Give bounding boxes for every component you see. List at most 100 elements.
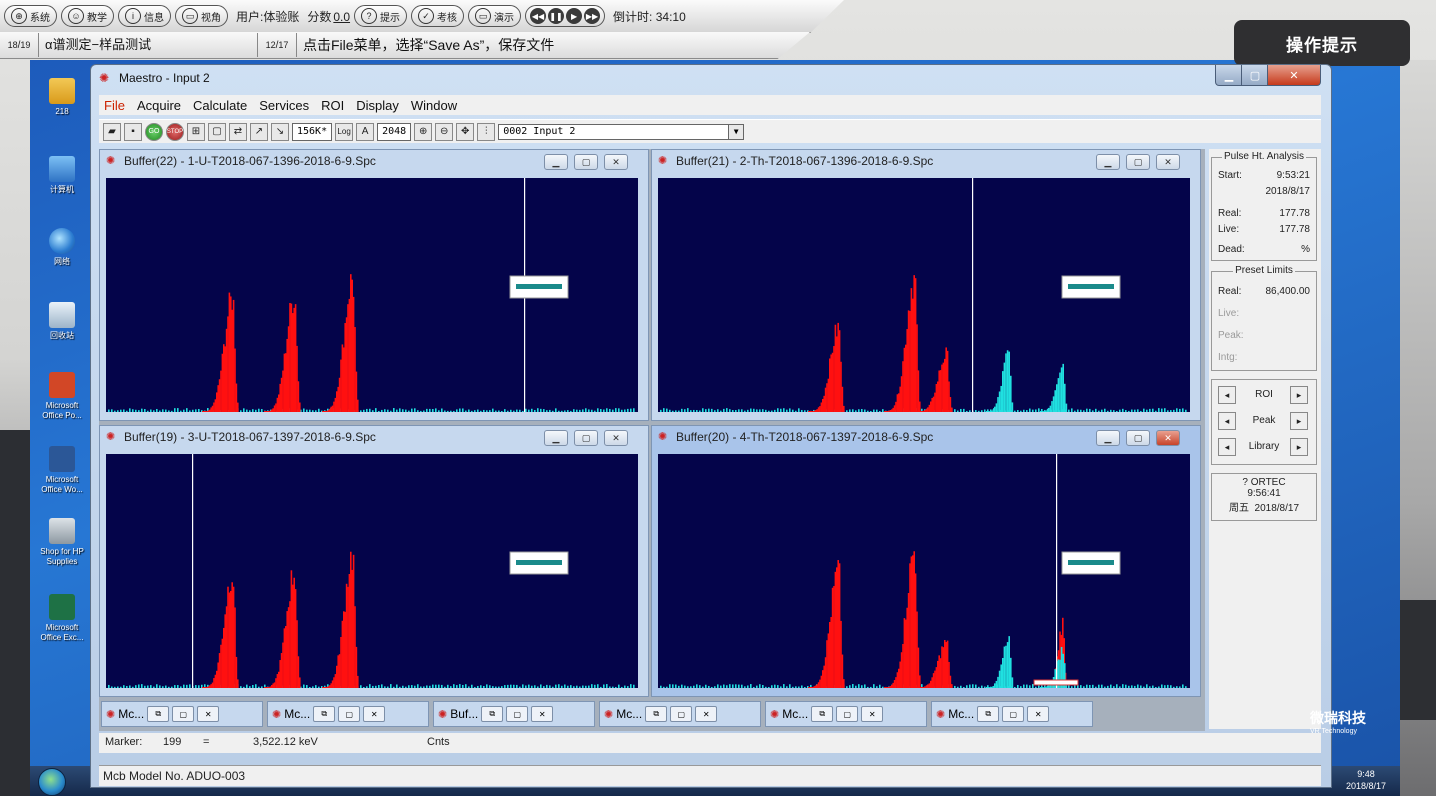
clear-icon[interactable]: ⊞ [187,122,205,141]
buffer-window-22[interactable]: ✺ Buffer(22) - 1-U-T2018-067-1396-2018-6… [99,149,649,421]
peak-next-icon[interactable]: ▸ [1290,412,1308,430]
spectrum-plot[interactable] [106,454,638,688]
maximize-icon[interactable]: ▢ [1002,706,1025,722]
desktop-icon-excel[interactable]: Microsoft Office Exc... [36,594,88,643]
baseline-icon[interactable]: ⫶ [477,122,496,141]
close-icon[interactable]: ✕ [1027,706,1050,722]
minimized-window[interactable]: ✺ Mc... ⧉ ▢ ✕ [267,701,429,727]
desktop-icon-recycle-bin[interactable]: 回收站 [36,302,88,341]
library-prev-icon[interactable]: ◂ [1218,438,1236,456]
go-button[interactable]: GO [145,122,163,141]
fast-forward-icon[interactable]: ▶▶ [584,8,601,24]
desktop-icon-powerpoint[interactable]: Microsoft Office Po... [36,372,88,421]
marker-line[interactable] [1056,454,1058,688]
restore-icon[interactable]: ⧉ [313,706,336,722]
menu-display[interactable]: Display [351,98,404,113]
maximize-icon[interactable]: ▢ [670,706,693,722]
swap-icon[interactable]: ⇄ [229,122,247,141]
open-icon[interactable]: ▰ [103,122,121,141]
pause-icon[interactable]: ❚❚ [548,8,565,24]
close-icon[interactable]: ✕ [197,706,220,722]
restore-icon[interactable]: ⧉ [811,706,834,722]
buffer-window-19[interactable]: ✺ Buffer(19) - 3-U-T2018-067-1397-2018-6… [99,425,649,697]
center-icon[interactable]: ✥ [456,122,475,141]
maximize-icon[interactable]: ▢ [836,706,859,722]
roi-prev-icon[interactable]: ◂ [1218,386,1236,404]
minimized-window[interactable]: ✺ Buf... ⧉ ▢ ✕ [433,701,595,727]
close-button[interactable]: ✕ [1267,65,1321,86]
hint-button[interactable]: ? 提示 [354,5,408,27]
roi-mark-icon[interactable]: ↗ [250,122,268,141]
spectrum-plot[interactable] [106,178,638,412]
roi-next-icon[interactable]: ▸ [1290,386,1308,404]
buffer-maximize-button[interactable]: ▢ [1126,154,1150,170]
maximize-icon[interactable]: ▢ [172,706,195,722]
auto-scale-button[interactable]: A [356,122,375,141]
teaching-button[interactable]: ☺ 教学 [61,5,114,27]
start-button[interactable] [38,768,66,796]
minimize-button[interactable]: ▁ [1215,65,1243,86]
menu-services[interactable]: Services [254,98,314,113]
maximize-icon[interactable]: ▢ [506,706,529,722]
buffer-maximize-button[interactable]: ▢ [574,154,598,170]
chevron-down-icon[interactable]: ▼ [728,124,744,139]
maximize-icon[interactable]: ▢ [338,706,361,722]
rewind-icon[interactable]: ◀◀ [530,8,547,24]
close-icon[interactable]: ✕ [363,706,386,722]
restore-icon[interactable]: ⧉ [147,706,170,722]
buffer-maximize-button[interactable]: ▢ [1126,430,1150,446]
buffer-close-button[interactable]: ✕ [604,430,628,446]
roi-clear-icon[interactable]: ↘ [271,122,289,141]
minimized-window[interactable]: ✺ Mc... ⧉ ▢ ✕ [931,701,1093,727]
desktop-icon-hp-supplies[interactable]: Shop for HP Supplies [36,518,88,567]
restore-icon[interactable]: ⧉ [481,706,504,722]
buffer-maximize-button[interactable]: ▢ [574,430,598,446]
copy-icon[interactable]: ▢ [208,122,226,141]
marker-line[interactable] [192,454,194,688]
view-button[interactable]: ▭ 视角 [175,5,228,27]
detector-dropdown[interactable]: 0002 Input 2 ▼ [498,123,745,140]
buffer-close-button[interactable]: ✕ [1156,154,1180,170]
buffer-window-21[interactable]: ✺ Buffer(21) - 2-Th-T2018-067-1396-2018-… [651,149,1201,421]
info-button[interactable]: i 信息 [118,5,171,27]
zoom-out-icon[interactable]: ⊖ [435,122,454,141]
minimized-window[interactable]: ✺ Mc... ⧉ ▢ ✕ [765,701,927,727]
buffer-window-20[interactable]: ✺ Buffer(20) - 4-Th-T2018-067-1397-2018-… [651,425,1201,697]
channels-box[interactable]: 2048 [377,122,412,141]
menu-roi[interactable]: ROI [316,98,349,113]
restore-icon[interactable]: ⧉ [645,706,668,722]
desktop-icon-word[interactable]: Microsoft Office Wo... [36,446,88,495]
desktop-icon-computer[interactable]: 计算机 [36,156,88,195]
peak-prev-icon[interactable]: ◂ [1218,412,1236,430]
minimized-window[interactable]: ✺ Mc... ⧉ ▢ ✕ [101,701,263,727]
menu-calculate[interactable]: Calculate [188,98,252,113]
marker-line[interactable] [972,178,974,412]
operation-hint-button[interactable]: 操作提示 [1234,20,1410,66]
save-icon[interactable]: ▪ [124,122,142,141]
tray-clock[interactable]: 9:48 2018/8/17 [1338,768,1394,792]
minimized-window[interactable]: ✺ Mc... ⧉ ▢ ✕ [599,701,761,727]
close-icon[interactable]: ✕ [861,706,884,722]
buffer-minimize-button[interactable]: ▁ [544,154,568,170]
stop-button[interactable]: STOP [166,122,184,141]
play-icon[interactable]: ▶ [566,8,583,24]
menu-window[interactable]: Window [406,98,462,113]
roi-cursor[interactable] [1033,679,1079,686]
library-next-icon[interactable]: ▸ [1290,438,1308,456]
system-button[interactable]: ⊕ 系统 [4,5,57,27]
desktop-icon-network[interactable]: 网络 [36,228,88,267]
buffer-minimize-button[interactable]: ▁ [1096,430,1120,446]
buffer-minimize-button[interactable]: ▁ [544,430,568,446]
maximize-button[interactable]: ▢ [1241,65,1269,86]
spectrum-plot[interactable] [658,454,1190,688]
exam-button[interactable]: ✓ 考核 [411,5,465,27]
menu-acquire[interactable]: Acquire [132,98,186,113]
menu-file[interactable]: File [99,98,130,113]
buffer-close-button[interactable]: ✕ [1156,430,1180,446]
zoom-in-icon[interactable]: ⊕ [414,122,433,141]
log-button[interactable]: Log [335,122,354,141]
spectrum-plot[interactable] [658,178,1190,412]
buffer-minimize-button[interactable]: ▁ [1096,154,1120,170]
title-bar[interactable]: ✺ Maestro - Input 2 ▁ ▢ ✕ [91,65,1331,91]
close-icon[interactable]: ✕ [695,706,718,722]
